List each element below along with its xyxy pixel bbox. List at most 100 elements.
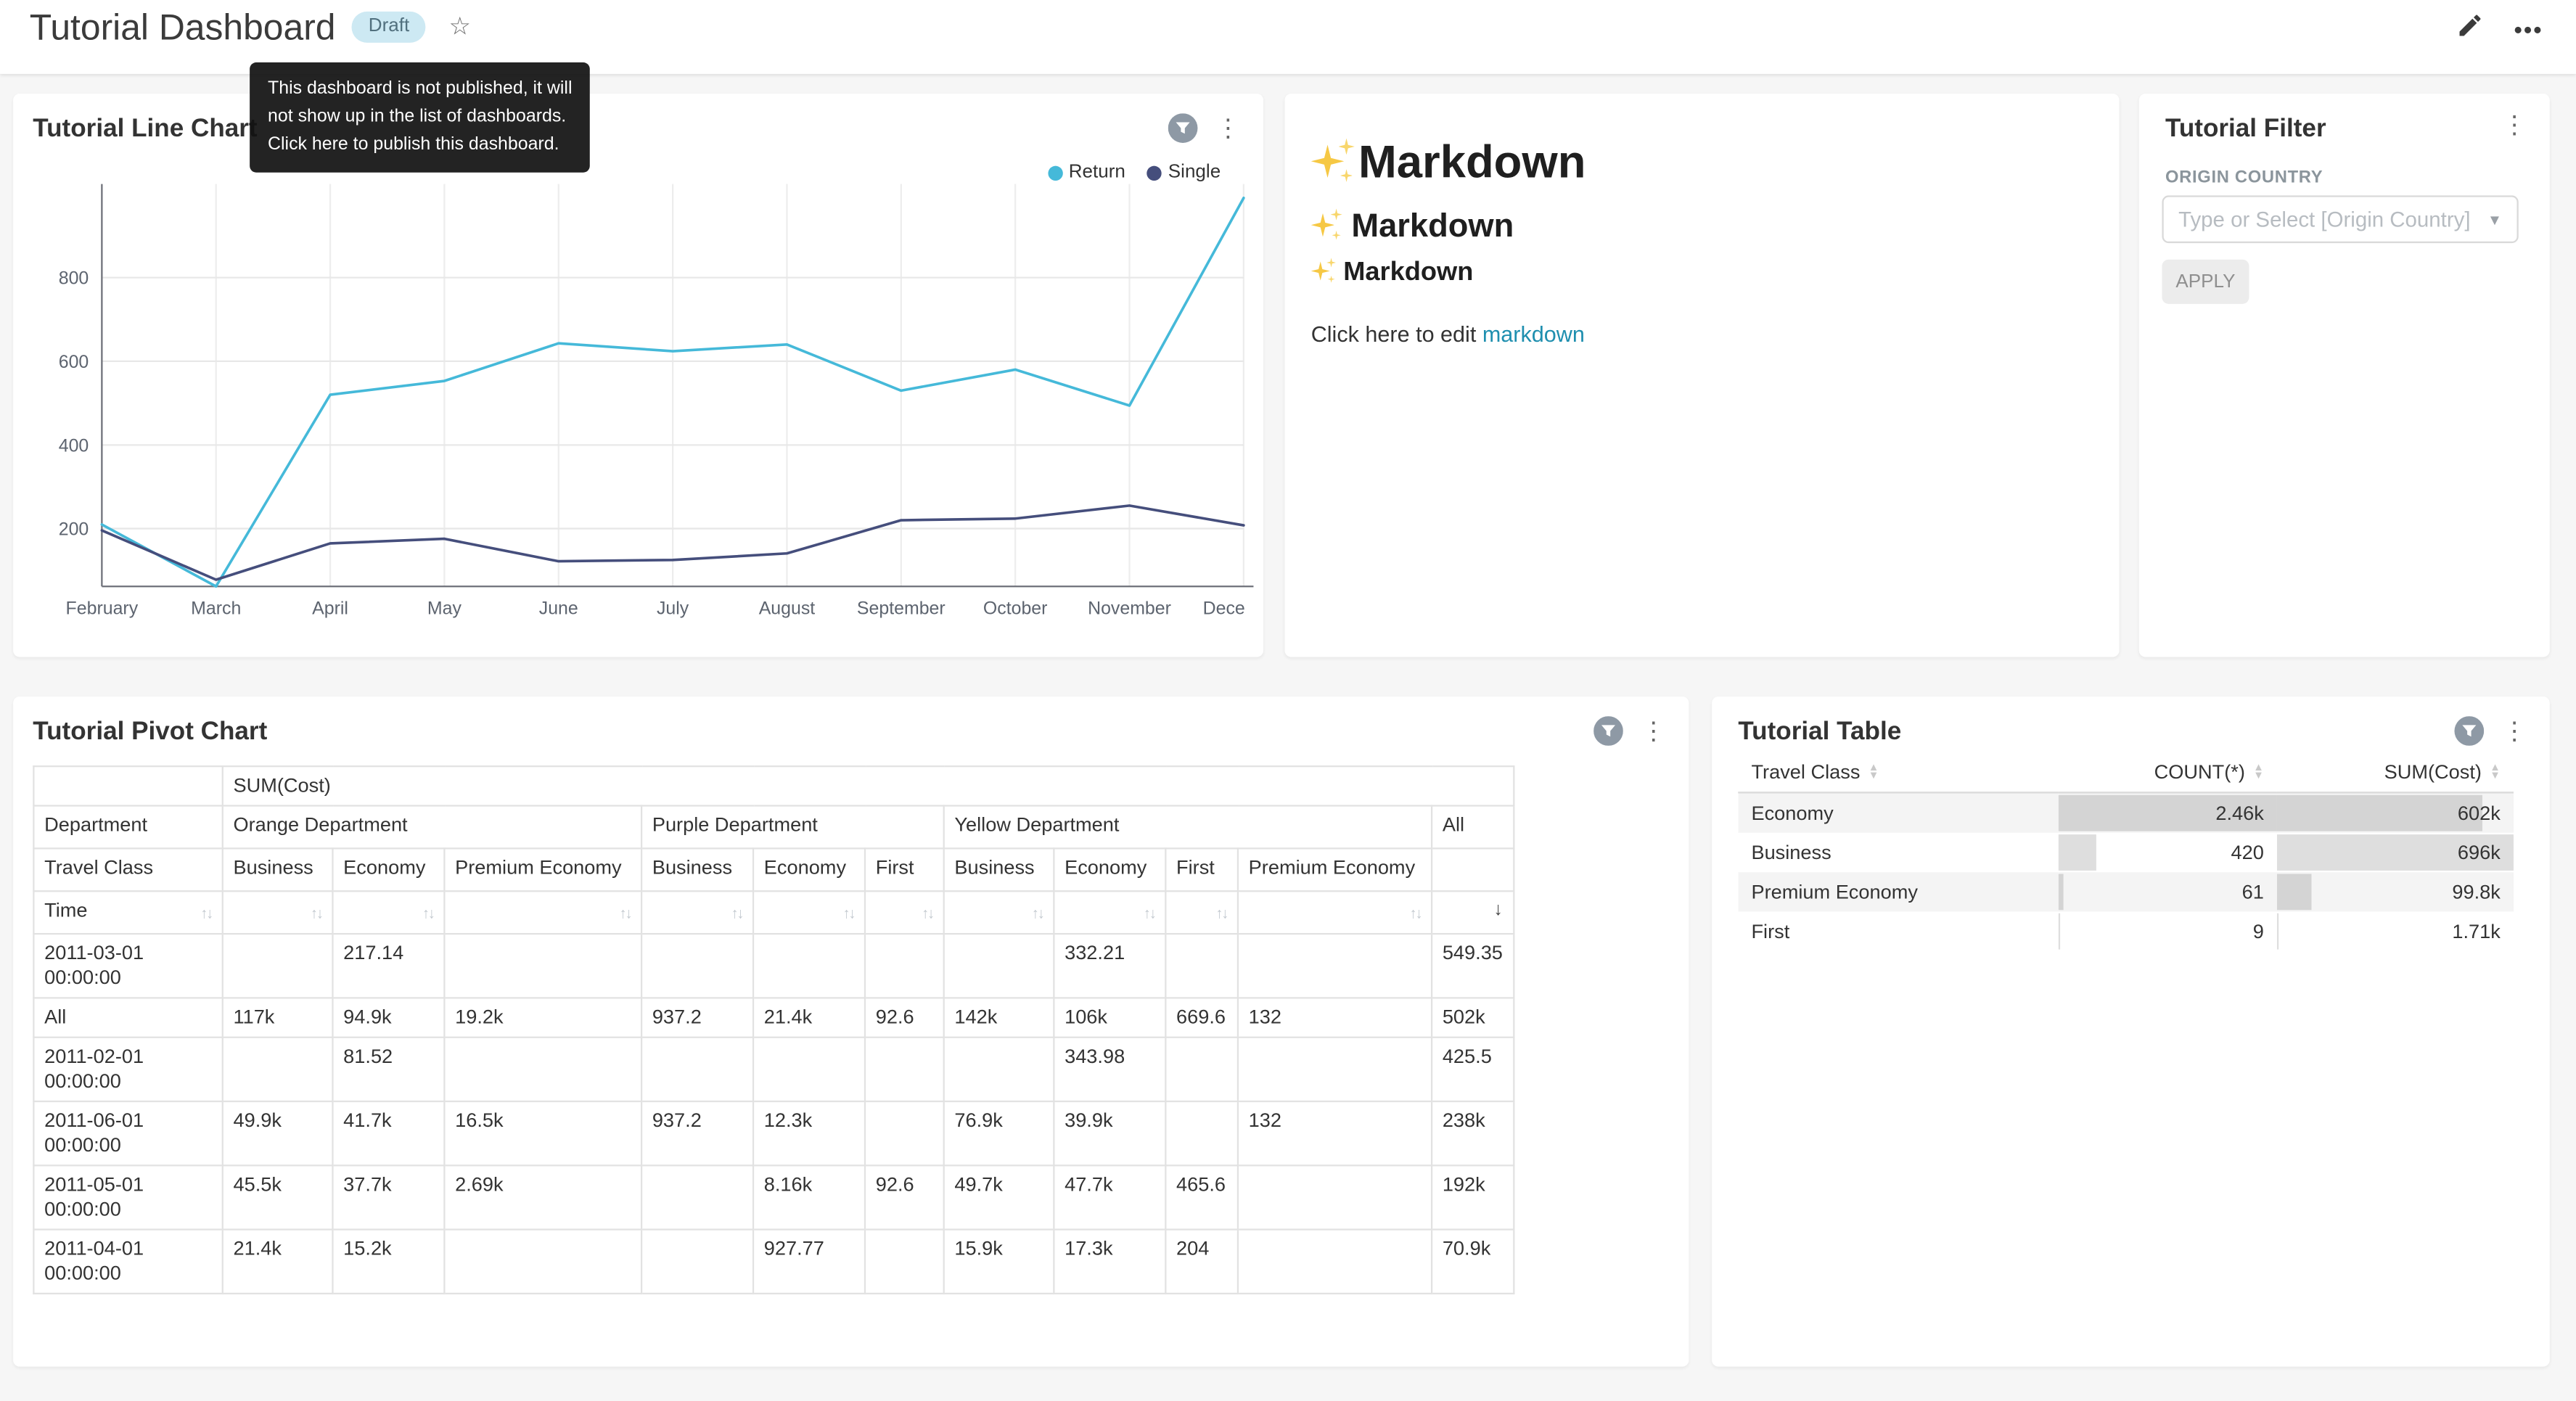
x-tick-label: March xyxy=(191,599,241,619)
sort-icon[interactable]: ↑↓ xyxy=(1410,902,1422,927)
pivot-cell xyxy=(1165,934,1238,998)
pivot-class-header: First xyxy=(1165,848,1238,891)
pivot-cell: 92.6 xyxy=(865,998,944,1037)
pivot-cell xyxy=(1165,1101,1238,1165)
pivot-cell: 117k xyxy=(223,998,333,1037)
pivot-cell xyxy=(753,1038,865,1101)
axes xyxy=(102,184,1253,587)
markdown-edit-link[interactable]: markdown xyxy=(1482,321,1585,346)
x-tick-label: November xyxy=(1088,599,1171,619)
cell-count: 61 xyxy=(2059,872,2277,911)
filter-badge-icon[interactable] xyxy=(1168,113,1198,143)
y-tick-label: 400 xyxy=(59,435,89,456)
origin-country-select[interactable]: Type or Select [Origin Country] ▼ xyxy=(2162,195,2518,243)
cell-travel-class: First xyxy=(1738,912,2058,951)
legend-item-single[interactable]: Single xyxy=(1147,163,1221,182)
pivot-class-header: Economy xyxy=(1054,848,1165,891)
value-bar xyxy=(2059,874,2064,910)
pivot-cell: 132 xyxy=(1238,998,1432,1037)
pivot-travel-class-label: Travel Class xyxy=(33,848,222,891)
draft-status-badge[interactable]: Draft xyxy=(352,12,426,43)
pivot-header-cell: ↑↓ xyxy=(865,891,944,934)
pivot-header-cell: ↑↓ xyxy=(1054,891,1165,934)
x-tick-label: August xyxy=(759,599,816,619)
sort-icon[interactable]: ↑↓ xyxy=(1144,902,1155,927)
pivot-measure-header: SUM(Cost) xyxy=(223,766,1514,805)
sort-icon[interactable]: ↑↓ xyxy=(731,902,742,927)
pivot-cell xyxy=(865,1101,944,1165)
column-header-sum-cost[interactable]: SUM(Cost)▲▼ xyxy=(2277,752,2514,792)
x-tick-label: September xyxy=(857,599,946,619)
sort-icon[interactable]: ↑↓ xyxy=(922,902,933,927)
pivot-group-header: Orange Department xyxy=(223,806,641,849)
cell-sum: 1.71k xyxy=(2277,912,2514,951)
pivot-cell: 45.5k xyxy=(223,1165,333,1229)
pivot-cell: 92.6 xyxy=(865,1165,944,1229)
kebab-menu-icon[interactable]: ⋮ xyxy=(2502,719,2527,744)
pivot-header-cell: ↑↓ xyxy=(444,891,641,934)
pivot-class-header: First xyxy=(865,848,944,891)
table-row: Economy2.46k602k xyxy=(1738,792,2514,832)
kebab-menu-icon[interactable]: ⋮ xyxy=(2502,113,2527,138)
pivot-cell xyxy=(223,934,333,998)
pivot-cell: 41.7k xyxy=(332,1101,444,1165)
more-menu-icon[interactable]: ••• xyxy=(2514,17,2543,43)
column-header-travel-class[interactable]: Travel Class▲▼ xyxy=(1738,752,2058,792)
pivot-cell: 238k xyxy=(1432,1101,1514,1165)
filter-badge-icon[interactable] xyxy=(1593,716,1623,746)
sort-carets-icon: ▲▼ xyxy=(1869,766,1879,781)
legend-item-return[interactable]: Return xyxy=(1047,163,1125,182)
pivot-cell xyxy=(444,1038,641,1101)
cell-travel-class: Business xyxy=(1738,833,2058,872)
pivot-header-cell: ↑↓ xyxy=(641,891,753,934)
data-table: Travel Class▲▼COUNT(*)▲▼SUM(Cost)▲▼Econo… xyxy=(1738,752,2514,951)
pivot-row: 2011-04-01 00:00:0021.4k15.2k927.7715.9k… xyxy=(33,1230,1513,1294)
column-header-count[interactable]: COUNT(*)▲▼ xyxy=(2059,752,2277,792)
value-bar xyxy=(2277,913,2278,950)
pivot-cell: 332.21 xyxy=(1054,934,1165,998)
pivot-cell: 70.9k xyxy=(1432,1230,1514,1294)
markdown-h3: Markdown xyxy=(1311,258,2093,288)
sort-icon[interactable]: ↑↓ xyxy=(1215,902,1227,927)
edit-pencil-icon[interactable] xyxy=(2456,12,2484,48)
sort-icon[interactable]: ↑↓ xyxy=(200,902,212,927)
sort-icon[interactable]: ↑↓ xyxy=(311,902,322,927)
origin-country-label: ORIGIN COUNTRY xyxy=(2165,168,2323,187)
pivot-cell xyxy=(223,1038,333,1101)
table-container: Travel Class▲▼COUNT(*)▲▼SUM(Cost)▲▼Econo… xyxy=(1738,752,2514,951)
pivot-header-cell: ↑↓ xyxy=(332,891,444,934)
pivot-header-cell: ↑↓ xyxy=(753,891,865,934)
sort-icon[interactable]: ↑↓ xyxy=(422,902,434,927)
sorted-desc-icon[interactable]: ↓ xyxy=(1493,898,1502,923)
sparkles-icon xyxy=(1311,139,1355,182)
pivot-department-label: Department xyxy=(33,806,222,849)
page-title: Tutorial Dashboard xyxy=(30,7,336,49)
x-tick-label: April xyxy=(312,599,348,619)
cell-sum: 696k xyxy=(2277,833,2514,872)
pivot-row-label: 2011-05-01 00:00:00 xyxy=(33,1165,222,1229)
favorite-star-icon[interactable]: ☆ xyxy=(449,12,471,41)
sort-icon[interactable]: ↑↓ xyxy=(1032,902,1043,927)
sort-icon[interactable]: ↑↓ xyxy=(620,902,631,927)
y-tick-label: 600 xyxy=(59,352,89,372)
pivot-cell xyxy=(1238,934,1432,998)
pivot-class-header: Premium Economy xyxy=(1238,848,1432,891)
pivot-cell: 76.9k xyxy=(944,1101,1054,1165)
filter-badge-icon[interactable] xyxy=(2454,716,2484,746)
sort-icon[interactable]: ↑↓ xyxy=(842,902,854,927)
pivot-cell: 49.7k xyxy=(944,1165,1054,1229)
x-tick-label: May xyxy=(427,599,462,619)
apply-button[interactable]: APPLY xyxy=(2162,260,2249,304)
y-tick-label: 800 xyxy=(59,268,89,289)
pivot-row: 2011-03-01 00:00:00217.14332.21549.35 xyxy=(33,934,1513,998)
pivot-cell: 2.69k xyxy=(444,1165,641,1229)
markdown-paragraph: Click here to edit markdown xyxy=(1311,321,2093,346)
pivot-group-header: Yellow Department xyxy=(944,806,1432,849)
pivot-row-label: 2011-06-01 00:00:00 xyxy=(33,1101,222,1165)
pivot-class-header: Premium Economy xyxy=(444,848,641,891)
table-card: Tutorial Table ⋮ Travel Class▲▼COUNT(*)▲… xyxy=(1712,697,2550,1367)
pivot-cell xyxy=(641,1230,753,1294)
table-card-title: Tutorial Table xyxy=(1738,718,1901,747)
kebab-menu-icon[interactable]: ⋮ xyxy=(1641,719,1666,744)
kebab-menu-icon[interactable]: ⋮ xyxy=(1215,116,1240,141)
